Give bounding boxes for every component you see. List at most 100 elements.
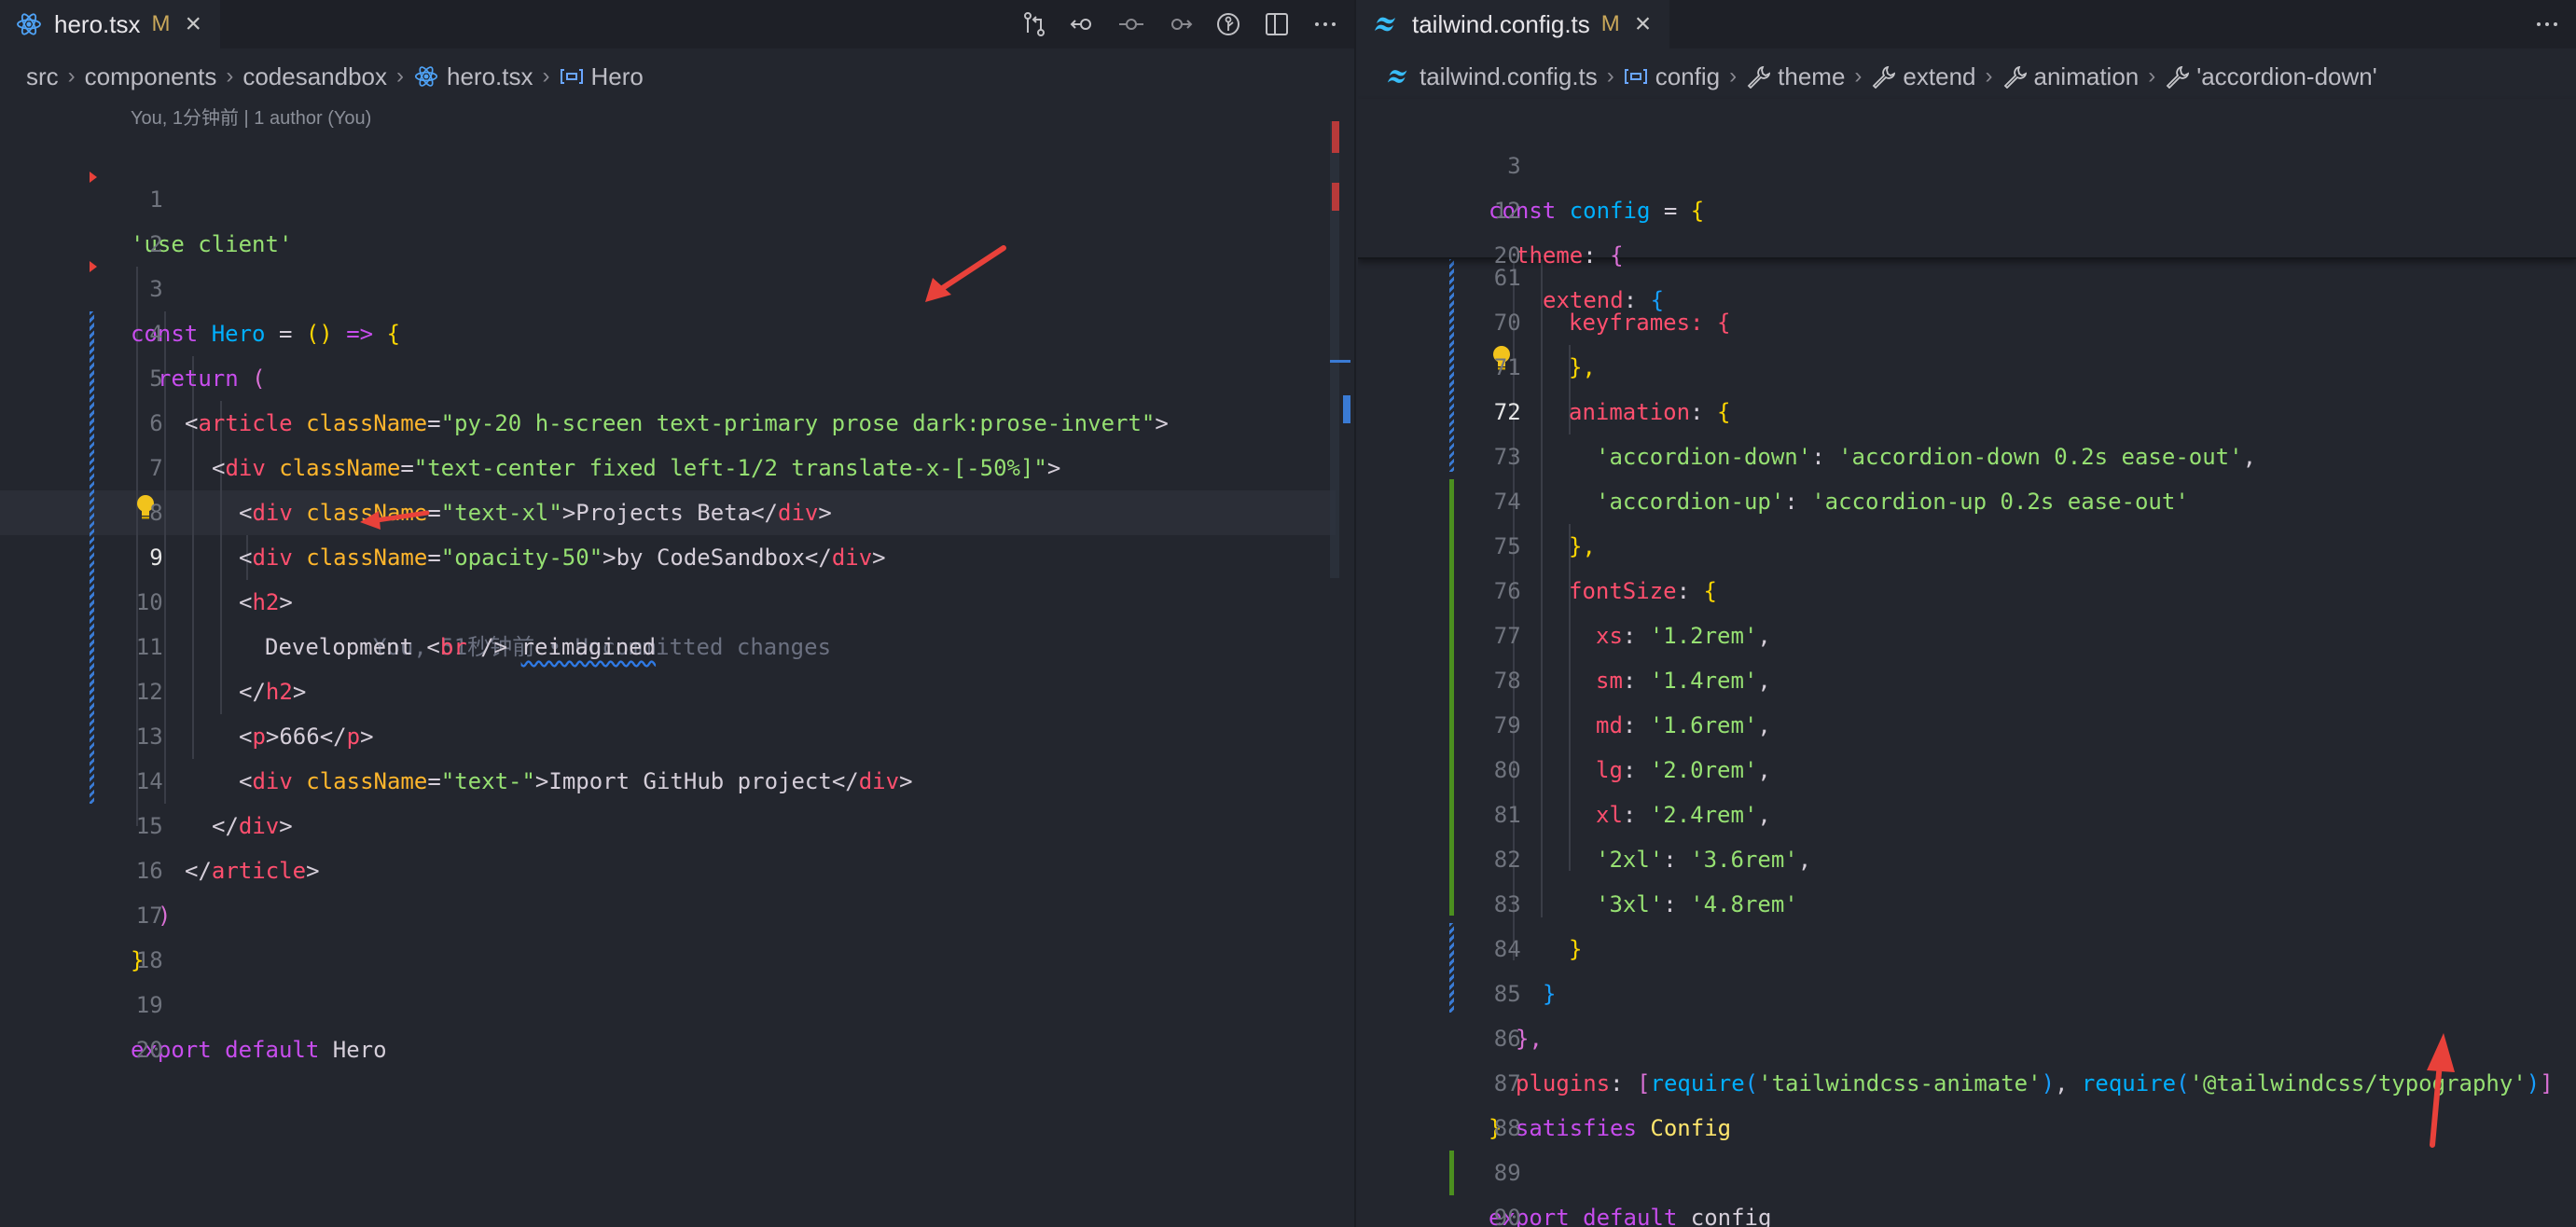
overview-ruler-cursor (1330, 360, 1350, 363)
code-line: 10 Development <br /> reimagined (135, 589, 657, 660)
code-line: 75 fontSize: { (1493, 533, 1717, 604)
wrench-icon (1747, 65, 1771, 89)
breadcrumb-symbol-label: Hero (590, 62, 644, 90)
code-line: 73 'accordion-up': 'accordion-up 0.2s ea… (1493, 444, 2189, 515)
code-line: 85 }, (1493, 981, 1543, 1052)
code-line: 80 xl: '2.4rem', (1493, 757, 1771, 828)
code-line: 20 (135, 1037, 163, 1063)
breadcrumb: src › components › codesandbox › hero.ts… (0, 48, 1354, 104)
breadcrumb-item-codesandbox[interactable]: codesandbox (242, 62, 387, 91)
code-line: 19 export default Hero (131, 992, 387, 1063)
timeline-icon[interactable] (1212, 8, 1244, 40)
go-forward-icon[interactable] (1164, 8, 1196, 40)
code-line: 74 }, (1493, 489, 1596, 559)
tailwind-file-icon (1387, 70, 1407, 83)
code-line: 6 <div className="text-center fixed left… (149, 410, 1061, 481)
sticky-line[interactable]: 3 const config = { (1358, 99, 2576, 224)
chevron-right-icon: › (1729, 63, 1738, 89)
sticky-scroll-header[interactable]: 3 const config = { 12 theme: { 20 extend… (1358, 99, 2576, 313)
code-line: 77 sm: '1.4rem', (1493, 623, 1771, 694)
modified-badge: M (151, 11, 171, 36)
commit-icon[interactable] (1115, 8, 1147, 40)
code-line: 71 animation: { (1493, 354, 1731, 425)
code-line: 2 (149, 231, 163, 257)
breadcrumb-item-theme[interactable]: theme (1746, 62, 1845, 91)
wrench-icon (2003, 65, 2027, 89)
split-editor-icon[interactable] (1261, 8, 1293, 40)
open-changes-icon[interactable] (1018, 8, 1050, 40)
overview-ruler-deleted (1332, 121, 1339, 153)
breadcrumb-item-animation[interactable]: animation (2002, 62, 2139, 91)
code-line: 84 } (1493, 936, 1557, 1007)
code-line: 17 } (131, 903, 163, 973)
breadcrumb-item-config[interactable]: config (1624, 62, 1720, 91)
code-line: 88 (1493, 1115, 1521, 1141)
breadcrumb-item-accordion-down[interactable]: 'accordion-down' (2165, 62, 2377, 91)
code-line: 87 } satisfies Config (1489, 1070, 1732, 1141)
tab-label: tailwind.config.ts (1412, 9, 1590, 38)
tab-label: hero.tsx (54, 9, 141, 38)
code-line: 7 <div className="text-xl">Projects Beta… (149, 455, 832, 526)
overview-ruler-modified (1343, 395, 1350, 423)
chevron-right-icon: › (1985, 63, 1993, 89)
breadcrumb-file-label: hero.tsx (447, 62, 533, 90)
sticky-line[interactable]: 12 theme: { (1358, 144, 2576, 269)
chevron-right-icon: › (542, 63, 550, 89)
left-tab-bar: hero.tsx M × (0, 0, 1354, 48)
chevron-right-icon: › (226, 63, 234, 89)
code-line: 5 <article className="py-20 h-screen tex… (149, 365, 1169, 436)
code-line: 90 (1493, 1205, 1521, 1227)
code-line: 11 </h2> (135, 634, 307, 705)
close-icon[interactable]: × (1635, 10, 1652, 38)
tab-hero-tsx[interactable]: hero.tsx M × (0, 0, 221, 48)
code-line: 14 </div> (135, 768, 293, 839)
code-line: 15 </article> (135, 813, 320, 884)
annotation-arrow (925, 245, 1006, 302)
code-line: 3 const Hero = () => { (131, 276, 401, 347)
go-back-icon[interactable] (1067, 8, 1099, 40)
right-tab-bar: tailwind.config.ts M × (1358, 0, 2576, 48)
breadcrumb-item-file[interactable]: hero.tsx (413, 62, 533, 91)
more-actions-icon[interactable] (2531, 8, 2563, 40)
code-line: 86 plugins: [require('tailwindcss-animat… (1493, 1026, 2554, 1096)
code-line: 12 <p>666</p> (135, 679, 374, 750)
annotation-arrow (2427, 1033, 2455, 1148)
close-icon[interactable]: × (186, 10, 202, 38)
code-line: 82 '3xl': '4.8rem' (1493, 847, 1798, 917)
sticky-line[interactable]: 20 extend: { (1358, 188, 2576, 313)
chevron-right-icon: › (67, 63, 76, 89)
breadcrumb-item-file[interactable]: tailwind.config.ts (1386, 62, 1598, 91)
left-editor-pane: hero.tsx M × src › components › codesand… (0, 0, 1356, 1227)
code-line: 4 return ( (149, 321, 266, 392)
code-line: 18 (135, 947, 163, 973)
editor-actions (2531, 0, 2563, 48)
chevron-right-icon: › (1854, 63, 1863, 89)
chevron-right-icon: › (2148, 63, 2156, 89)
code-line: 81 '2xl': '3.6rem', (1493, 802, 1812, 873)
more-actions-icon[interactable] (1309, 8, 1341, 40)
tab-tailwind-config[interactable]: tailwind.config.ts M × (1358, 0, 1670, 48)
breadcrumb-item-src[interactable]: src (26, 62, 59, 91)
wrench-icon (2166, 65, 2190, 89)
breadcrumb-item-extend[interactable]: extend (1871, 62, 1976, 91)
code-line: 83 } (1493, 891, 1583, 962)
overview-ruler-deleted (1332, 183, 1339, 211)
code-line: 1 'use client' (131, 186, 293, 257)
codelens-author[interactable]: You, 1分钟前 | 1 author (You) (131, 103, 371, 130)
breadcrumb-item-components[interactable]: components (85, 62, 217, 91)
react-file-icon (17, 13, 41, 35)
react-file-icon (414, 66, 438, 87)
chevron-right-icon: › (396, 63, 405, 89)
annotation-arrow (360, 510, 430, 530)
modified-badge: M (1600, 11, 1620, 36)
right-editor-pane: tailwind.config.ts M × tailwind.config.t… (1358, 0, 2576, 1227)
wrench-icon (1873, 65, 1896, 89)
breadcrumb-file-label: tailwind.config.ts (1420, 62, 1598, 90)
breadcrumb-item-symbol[interactable]: Hero (560, 62, 644, 91)
code-line: 13 <div className="text-">Import GitHub … (135, 724, 913, 794)
editor-actions (1018, 0, 1341, 48)
code-line: 8 <div className="opacity-50">by CodeSan… (149, 500, 886, 571)
code-line: 79 lg: '2.0rem', (1493, 712, 1771, 783)
code-line: 16 ) (135, 858, 172, 929)
tailwind-file-icon (1375, 17, 1395, 32)
